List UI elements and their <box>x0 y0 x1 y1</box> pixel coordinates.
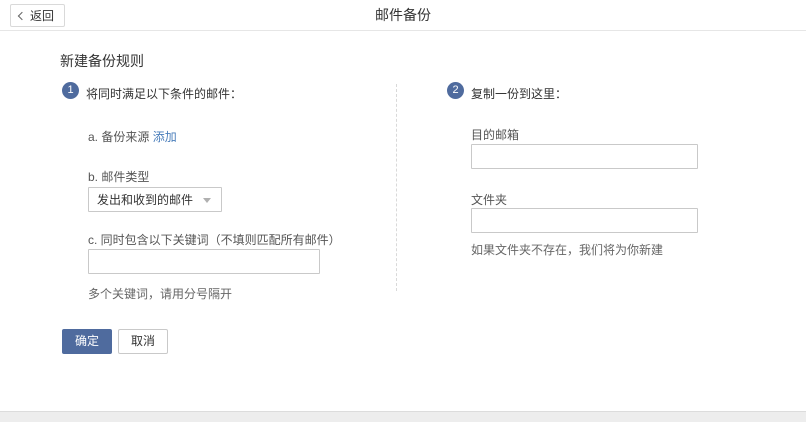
step1-badge: 1 <box>62 82 79 99</box>
keywords-hint: 多个关键词，请用分号隔开 <box>88 285 232 302</box>
confirm-button[interactable]: 确定 <box>62 329 112 354</box>
add-source-link[interactable]: 添加 <box>153 130 177 144</box>
step2-badge: 2 <box>447 82 464 99</box>
folder-input[interactable] <box>471 208 698 233</box>
topbar: 返回 邮件备份 <box>0 0 806 31</box>
column-divider <box>396 84 397 291</box>
mail-type-label: b. 邮件类型 <box>88 168 149 185</box>
mail-type-select-value: 发出和收到的邮件 <box>97 191 193 208</box>
keywords-label: c. 同时包含以下关键词（不填则匹配所有邮件） <box>88 231 341 248</box>
mail-type-select[interactable]: 发出和收到的邮件 <box>88 187 222 212</box>
page-title: 邮件备份 <box>0 0 806 31</box>
dest-mailbox-label: 目的邮箱 <box>471 126 519 143</box>
cancel-button[interactable]: 取消 <box>118 329 168 354</box>
folder-label: 文件夹 <box>471 191 507 208</box>
backup-source-label: a. 备份来源 <box>88 130 149 144</box>
form-heading: 新建备份规则 <box>60 51 144 71</box>
footer-strip <box>0 411 806 422</box>
keywords-input[interactable] <box>88 249 320 274</box>
email-backup-page: 返回 邮件备份 新建备份规则 1 将同时满足以下条件的邮件： a. 备份来源 添… <box>0 0 806 422</box>
folder-hint: 如果文件夹不存在，我们将为你新建 <box>471 241 663 258</box>
chevron-down-icon <box>203 198 211 203</box>
backup-source-row: a. 备份来源 添加 <box>88 128 177 145</box>
step2-title: 复制一份到这里： <box>471 85 567 102</box>
step1-title: 将同时满足以下条件的邮件： <box>86 85 242 102</box>
dest-mailbox-input[interactable] <box>471 144 698 169</box>
